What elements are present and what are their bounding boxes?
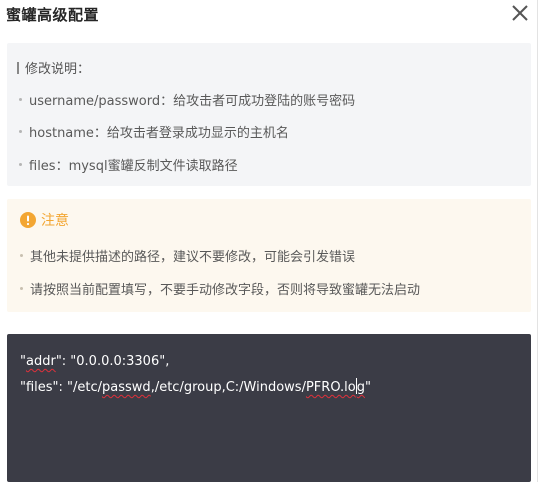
notice-item-text: 请按照当前配置填写，不要手动修改字段，否则将导致蜜罐无法启动: [30, 283, 421, 298]
description-item-text: hostname：给攻击者登录成功显示的主机名: [29, 126, 289, 141]
code-addr-value: ": "0.0.0.0:3306",: [55, 354, 170, 369]
code-word-passwd: passwd: [102, 380, 151, 395]
notice-title: 注意: [20, 210, 69, 230]
code-files-end: ": [365, 380, 371, 395]
description-item: hostname：给攻击者登录成功显示的主机名: [19, 122, 289, 141]
bullet-dot: [20, 287, 23, 290]
code-word-pfro: PFRO.lo: [305, 380, 356, 395]
close-icon[interactable]: [509, 2, 531, 24]
notice-panel: 注意 其他未提供描述的路径，建议不要修改，可能会引发错误 请按照当前配置填写，不…: [7, 199, 531, 312]
bullet-dot: [19, 163, 22, 166]
title-bar-marker: [17, 61, 19, 74]
honeypot-advanced-config-dialog: 蜜罐高级配置 修改说明： username/password：给攻击者可成功登陆…: [0, 0, 538, 482]
dialog-title: 蜜罐高级配置: [6, 6, 100, 24]
code-key-addr: addr: [25, 354, 56, 369]
notice-item-text: 其他未提供描述的路径，建议不要修改，可能会引发错误: [30, 250, 356, 265]
description-item-text: username/password：给攻击者可成功登陆的账号密码: [29, 94, 356, 109]
code-files-prefix: "files": "/etc/: [20, 380, 103, 395]
notice-title-text: 注意: [41, 213, 69, 229]
code-line-files: "files": "/etc/passwd,/etc/group,C:/Wind…: [20, 378, 371, 395]
code-word-pfro-tail: g: [356, 380, 365, 395]
description-title-text: 修改说明：: [25, 62, 91, 77]
code-files-middle: ,/etc/group,C:/Windows/: [150, 380, 306, 395]
warning-icon: [20, 212, 36, 228]
notice-item: 其他未提供描述的路径，建议不要修改，可能会引发错误: [20, 246, 355, 265]
bullet-dot: [19, 130, 22, 133]
description-item: files：mysql蜜罐反制文件读取路径: [19, 155, 238, 174]
description-item-text: files：mysql蜜罐反制文件读取路径: [29, 159, 238, 174]
bullet-dot: [19, 98, 22, 101]
config-code-editor[interactable]: "addr": "0.0.0.0:3306", "files": "/etc/p…: [7, 334, 531, 482]
modification-description-panel: 修改说明： username/password：给攻击者可成功登陆的账号密码 h…: [7, 43, 531, 186]
code-line-addr: "addr": "0.0.0.0:3306",: [20, 354, 169, 369]
bullet-dot: [20, 254, 23, 257]
description-title: 修改说明：: [17, 58, 90, 77]
dialog-header: 蜜罐高级配置: [0, 0, 538, 28]
notice-item: 请按照当前配置填写，不要手动修改字段，否则将导致蜜罐无法启动: [20, 279, 420, 298]
description-item: username/password：给攻击者可成功登陆的账号密码: [19, 90, 355, 109]
